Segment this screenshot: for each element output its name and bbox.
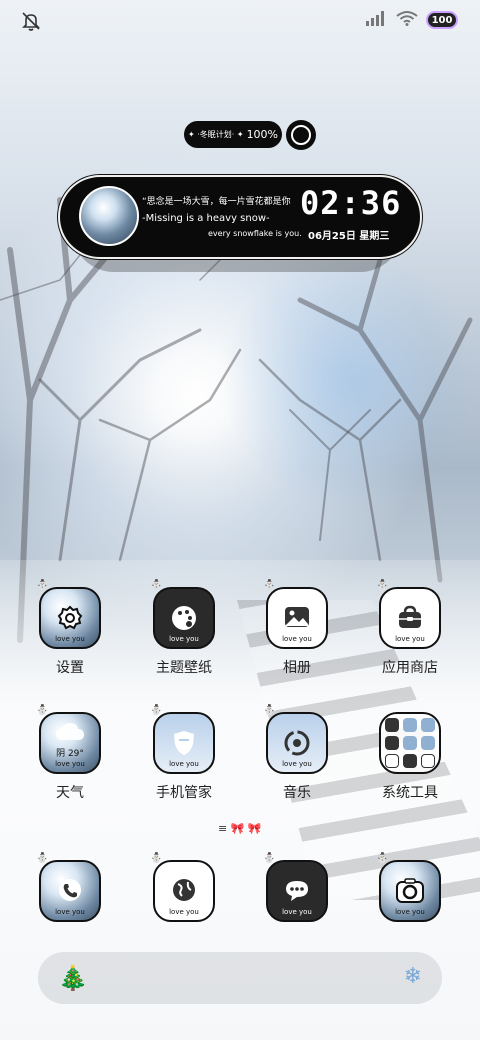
cloud-icon bbox=[41, 720, 99, 742]
app-tile[interactable]: love you bbox=[153, 587, 215, 649]
gear-icon bbox=[56, 604, 84, 632]
app-tile[interactable]: love you bbox=[39, 587, 101, 649]
widget-date: 06月25日 星期三 bbox=[308, 231, 390, 242]
page-indicator[interactable]: ≡ 🎀 🎀 bbox=[218, 822, 262, 835]
tile-caption: love you bbox=[55, 908, 85, 916]
battery-indicator: 100 bbox=[426, 11, 458, 29]
app-tile[interactable]: love you bbox=[39, 860, 101, 922]
app-label: 天气 bbox=[56, 785, 84, 801]
snowman-badge-icon: ⛄ bbox=[376, 580, 389, 591]
tile-caption: love you bbox=[169, 635, 199, 643]
folder-grid-icon bbox=[385, 718, 435, 768]
tile-caption: love you bbox=[55, 635, 85, 643]
wifi-icon bbox=[396, 10, 418, 30]
snowman-badge-icon: ⛄ bbox=[150, 580, 163, 591]
tile-caption: love you bbox=[395, 635, 425, 643]
app-label: 音乐 bbox=[283, 785, 311, 801]
app-tile[interactable]: love you bbox=[266, 860, 328, 922]
widget-subtitle: -Missing is a heavy snow- bbox=[142, 213, 270, 224]
weather-reading: 阴 29° bbox=[56, 749, 84, 759]
image-icon bbox=[282, 603, 312, 633]
music-disc-icon bbox=[282, 728, 312, 758]
clock-quote-widget[interactable]: “思念是一场大雪，每一片雪花都是你 -Missing is a heavy sn… bbox=[58, 175, 422, 259]
palette-icon bbox=[169, 603, 199, 633]
tile-caption: love you bbox=[169, 908, 199, 916]
snowman-badge-icon: ⛄ bbox=[263, 853, 276, 864]
ring-button[interactable] bbox=[286, 120, 316, 150]
snowman-badge-icon: ⛄ bbox=[263, 705, 276, 716]
circle-icon bbox=[291, 125, 311, 145]
tile-caption: love you bbox=[282, 760, 312, 768]
app-tile[interactable]: love you bbox=[153, 860, 215, 922]
app-label: 相册 bbox=[283, 660, 311, 676]
app-folder-system-tools[interactable]: 系统工具 bbox=[362, 712, 458, 802]
snowman-badge-icon: ⛄ bbox=[376, 853, 389, 864]
browser-globe-icon bbox=[169, 876, 199, 906]
app-label: 应用商店 bbox=[382, 660, 438, 676]
app-app-store[interactable]: love you ⛄ 应用商店 bbox=[362, 580, 458, 677]
app-tile[interactable]: love you bbox=[379, 587, 441, 649]
app-label: 手机管家 bbox=[156, 785, 212, 801]
signal-icon bbox=[366, 10, 388, 30]
app-phone-manager[interactable]: love you ⛄ 手机管家 bbox=[136, 705, 232, 802]
app-tile[interactable]: love you bbox=[266, 587, 328, 649]
plan-pill[interactable]: ✦ ·冬眠计划· ✦ 100% bbox=[184, 121, 282, 148]
folder-tile[interactable] bbox=[379, 712, 441, 774]
dock-app-camera[interactable]: love you ⛄ bbox=[362, 853, 458, 922]
plan-pill-percent: 100% bbox=[246, 128, 279, 141]
bell-off-icon bbox=[20, 10, 42, 32]
widget-time: 02:36 bbox=[300, 184, 402, 222]
snowman-badge-icon: ⛄ bbox=[36, 705, 49, 716]
snowman-badge-icon: ⛄ bbox=[263, 580, 276, 591]
app-tile[interactable]: love you bbox=[153, 712, 215, 774]
message-icon bbox=[282, 876, 312, 906]
snowman-badge-icon: ⛄ bbox=[36, 580, 49, 591]
tile-caption: love you bbox=[282, 908, 312, 916]
page-indicator-glyphs: ≡ 🎀 🎀 bbox=[218, 822, 262, 835]
status-bar: 100 bbox=[0, 0, 480, 42]
app-settings[interactable]: love you ⛄ 设置 bbox=[22, 580, 118, 677]
dock-app-messages[interactable]: love you ⛄ bbox=[249, 853, 345, 922]
christmas-tree-icon[interactable]: 🎄 bbox=[58, 964, 88, 992]
tile-caption: love you bbox=[169, 760, 199, 768]
tile-caption: love you bbox=[395, 908, 425, 916]
app-tile[interactable]: love you bbox=[266, 712, 328, 774]
phone-icon bbox=[55, 876, 85, 906]
camera-icon bbox=[394, 876, 426, 906]
app-tile[interactable]: 阴 29° love you bbox=[39, 712, 101, 774]
dock-app-browser[interactable]: love you ⛄ bbox=[136, 853, 232, 922]
dock-app-phone[interactable]: love you ⛄ bbox=[22, 853, 118, 922]
app-gallery[interactable]: love you ⛄ 相册 bbox=[249, 580, 345, 677]
widget-photo bbox=[79, 186, 139, 246]
widget-quote: “思念是一场大雪，每一片雪花都是你 bbox=[142, 197, 291, 207]
app-label: 主题壁纸 bbox=[156, 660, 212, 676]
dock-bar[interactable]: 🎄 ❄ bbox=[38, 952, 442, 1004]
shield-icon bbox=[169, 728, 199, 758]
app-tile[interactable]: love you bbox=[379, 860, 441, 922]
plan-pill-label: ✦ ·冬眠计划· ✦ bbox=[187, 130, 244, 139]
tile-caption: love you bbox=[55, 760, 85, 768]
app-weather[interactable]: 阴 29° love you ⛄ 天气 bbox=[22, 705, 118, 802]
app-theme-wallpaper[interactable]: love you ⛄ 主题壁纸 bbox=[136, 580, 232, 677]
app-label: 设置 bbox=[56, 660, 84, 676]
app-music[interactable]: love you ⛄ 音乐 bbox=[249, 705, 345, 802]
folder-label: 系统工具 bbox=[382, 785, 438, 801]
snowman-badge-icon: ⛄ bbox=[36, 853, 49, 864]
bag-icon bbox=[395, 603, 425, 633]
snowflake-icon[interactable]: ❄ bbox=[404, 964, 422, 989]
snowman-badge-icon: ⛄ bbox=[150, 853, 163, 864]
snowman-badge-icon: ⛄ bbox=[150, 705, 163, 716]
tile-caption: love you bbox=[282, 635, 312, 643]
widget-caption: every snowflake is you. bbox=[208, 229, 302, 238]
